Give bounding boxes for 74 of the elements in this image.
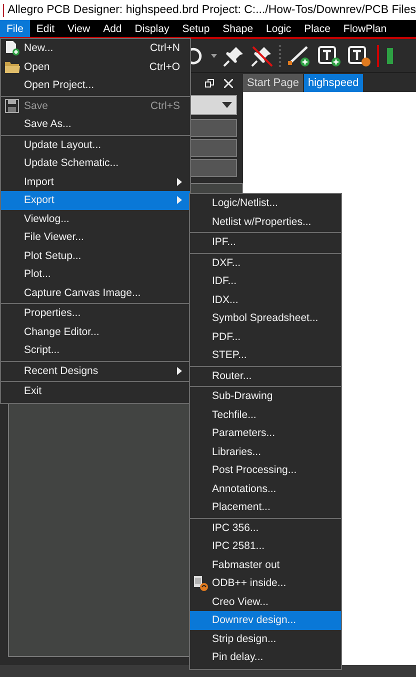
- pin-icon[interactable]: [223, 44, 245, 66]
- menu-item[interactable]: Plot...: [1, 265, 190, 284]
- menu-bar-item[interactable]: Shape: [216, 20, 260, 37]
- submenu-arrow-icon: [177, 178, 182, 186]
- menu-item[interactable]: Save As...: [1, 115, 190, 134]
- menu-item[interactable]: Symbol Spreadsheet...: [190, 309, 341, 328]
- menu-bar-item[interactable]: Add: [96, 20, 128, 37]
- menu-item[interactable]: IPF...: [190, 232, 341, 252]
- menu-item[interactable]: Creo View...: [190, 592, 341, 611]
- menu-item[interactable]: DXF...: [190, 252, 341, 272]
- menu-bar-item[interactable]: Display: [128, 20, 176, 37]
- menu-item[interactable]: Export: [1, 191, 190, 210]
- caret-icon: [222, 102, 232, 108]
- new-file-icon: [4, 40, 20, 56]
- menu-item[interactable]: IPC 2581...: [190, 537, 341, 556]
- submenu-arrow-icon: [177, 196, 182, 204]
- unpin-icon[interactable]: [251, 44, 273, 66]
- menu-bar-item[interactable]: Setup: [176, 20, 216, 37]
- menu-item[interactable]: Netlist w/Properties...: [190, 212, 341, 231]
- menu-item[interactable]: STEP...: [190, 346, 341, 364]
- add-text-icon[interactable]: [317, 44, 341, 66]
- shortcut-label: Ctrl+N: [150, 42, 180, 54]
- save-icon: [4, 98, 20, 114]
- menu-item[interactable]: Strip design...: [190, 630, 341, 648]
- menu-item[interactable]: Import: [1, 172, 190, 191]
- menu-item[interactable]: Annotations...: [190, 480, 341, 498]
- menu-item[interactable]: PDF...: [190, 328, 341, 346]
- shortcut-label: Ctrl+O: [149, 60, 180, 73]
- restore-icon[interactable]: [205, 78, 214, 88]
- menu-item[interactable]: Post Processing...: [190, 461, 341, 480]
- menu-item[interactable]: Sub-Drawing: [190, 386, 341, 406]
- toolbar-divider-icon: [279, 44, 281, 66]
- toolbar-divider-icon: [377, 44, 379, 66]
- menu-bar-item[interactable]: Logic: [260, 20, 298, 37]
- menu-item[interactable]: Downrev design...: [190, 611, 341, 630]
- menu-item[interactable]: Fabmaster out: [190, 556, 341, 574]
- tab[interactable]: Start Page: [243, 74, 303, 92]
- menu-item[interactable]: Libraries...: [190, 442, 341, 461]
- menu-bar-item[interactable]: File: [0, 20, 30, 37]
- menu-bar-item[interactable]: Edit: [30, 20, 62, 37]
- menu-item[interactable]: Change Editor...: [1, 322, 190, 341]
- menu-item[interactable]: File Viewer...: [1, 228, 190, 246]
- menu-bar-item[interactable]: View: [61, 20, 97, 37]
- shortcut-label: Ctrl+S: [150, 100, 180, 112]
- menu-item[interactable]: IDX...: [190, 290, 341, 309]
- menu-item[interactable]: Placement...: [190, 498, 341, 516]
- menu-item[interactable]: Update Layout...: [1, 134, 190, 154]
- menu-bar-item[interactable]: FlowPlan: [336, 20, 394, 37]
- menu-item[interactable]: New... Ctrl+N: [1, 39, 190, 58]
- document-export-icon: [193, 575, 209, 591]
- menu-item[interactable]: Update Schematic...: [1, 154, 190, 172]
- menu-item[interactable]: Pin delay...: [190, 648, 341, 666]
- toolbar-icon[interactable]: [385, 46, 393, 66]
- submenu-arrow-icon: [177, 366, 182, 374]
- menu-item[interactable]: ODB++ inside...: [190, 574, 341, 592]
- menu-item[interactable]: IPC 356...: [190, 518, 341, 537]
- menu-item[interactable]: Router...: [190, 366, 341, 385]
- menu-item[interactable]: Techfile...: [190, 406, 341, 424]
- tab[interactable]: highspeed: [304, 74, 363, 92]
- add-line-icon[interactable]: [287, 44, 311, 66]
- menu-item[interactable]: IDF...: [190, 272, 341, 290]
- window-title: Allegro PCB Designer: highspeed.brd Project: C:.../How-Tos/Downrev/PCB Files: [8, 4, 416, 16]
- caret-icon[interactable]: [211, 54, 217, 58]
- edit-text-icon[interactable]: [347, 44, 371, 66]
- menu-item[interactable]: Viewlog...: [1, 210, 190, 228]
- close-icon[interactable]: [224, 78, 233, 88]
- menu-bar-item[interactable]: Place: [298, 20, 337, 37]
- menu-item[interactable]: Parameters...: [190, 424, 341, 442]
- menu-item[interactable]: Capture Canvas Image...: [1, 284, 190, 302]
- menu-item[interactable]: Plot Setup...: [1, 246, 190, 265]
- menu-item[interactable]: Script...: [1, 341, 190, 360]
- menu-item[interactable]: Logic/Netlist...: [190, 194, 341, 212]
- menu-item[interactable]: Open Ctrl+O: [1, 58, 190, 76]
- menu-item[interactable]: Open Project...: [1, 76, 190, 94]
